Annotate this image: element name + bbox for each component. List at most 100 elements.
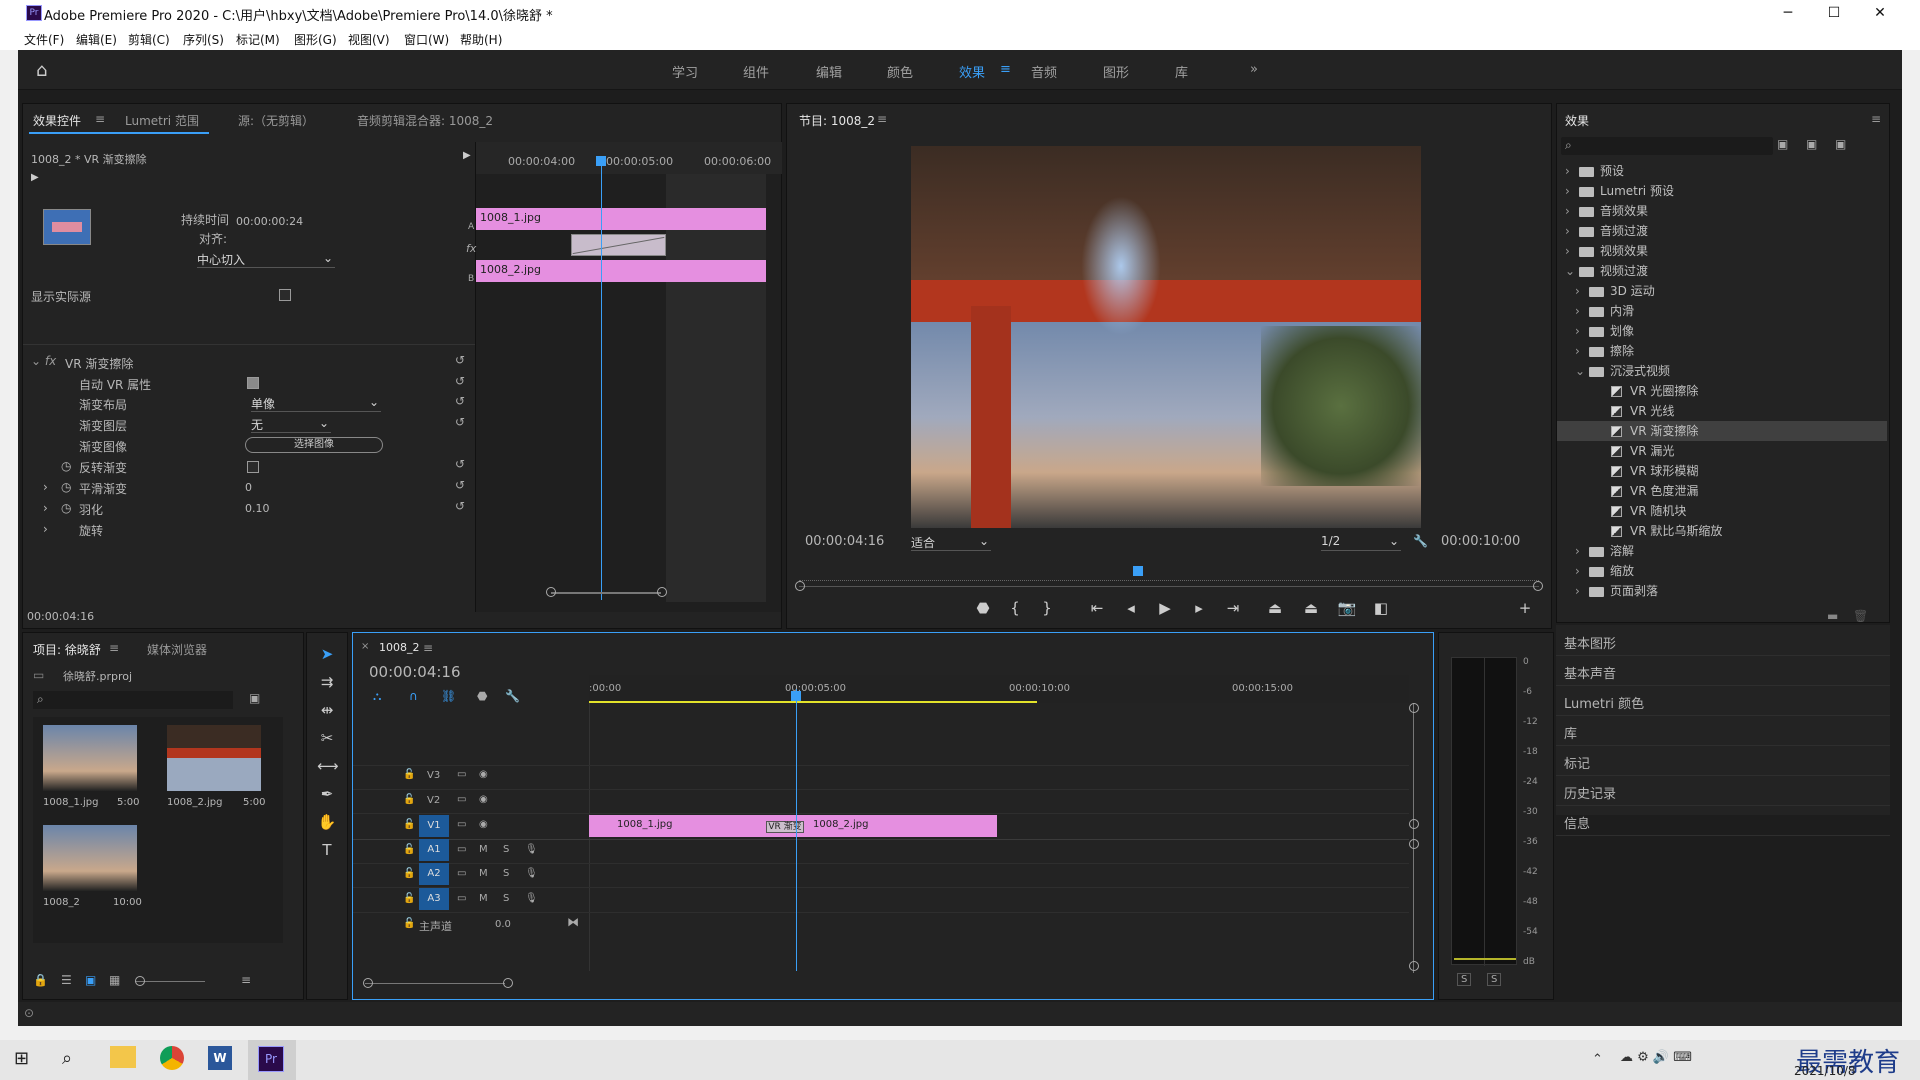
- go-to-out-icon[interactable]: ⇥: [1223, 599, 1243, 619]
- tab-menu-icon[interactable]: ≡: [423, 641, 433, 655]
- timeline-ruler[interactable]: :00:00 00:00:05:00 00:00:10:00 00:00:15:…: [589, 675, 1409, 703]
- expand-arrow-icon[interactable]: ›: [43, 501, 48, 515]
- go-to-in-icon[interactable]: ⇤: [1087, 599, 1107, 619]
- effects-title[interactable]: 效果: [1565, 112, 1589, 129]
- list-view-icon[interactable]: ☰: [61, 973, 72, 987]
- tray-chevron-icon[interactable]: ⌃: [1592, 1052, 1603, 1067]
- side-panel-item[interactable]: 信息: [1564, 813, 1590, 832]
- side-panel-item[interactable]: 标记: [1564, 753, 1590, 772]
- effects-tree-folder[interactable]: › 内滑: [1557, 301, 1887, 321]
- side-panel-item[interactable]: Lumetri 颜色: [1564, 693, 1644, 712]
- align-select[interactable]: 中心切入 ⌄: [197, 251, 335, 268]
- tab-media-browser[interactable]: 媒体浏览器: [147, 641, 207, 658]
- accelerated-effects-icon[interactable]: ▣: [1777, 137, 1788, 151]
- lock-icon[interactable]: 🔓: [403, 794, 415, 805]
- add-marker-icon[interactable]: ⬣: [973, 599, 993, 619]
- playhead-handle[interactable]: [596, 156, 606, 166]
- icon-view-icon[interactable]: ▣: [85, 973, 96, 987]
- ripple-edit-tool-icon[interactable]: ⇹: [317, 701, 337, 721]
- effects-tree-item[interactable]: VR 球形模糊: [1557, 461, 1887, 481]
- menu-sequence[interactable]: 序列(S): [183, 31, 224, 48]
- menu-window[interactable]: 窗口(W): [404, 31, 449, 48]
- work-area-bar[interactable]: [589, 701, 1037, 703]
- stopwatch-icon[interactable]: ◷: [61, 480, 71, 494]
- effects-tree-item[interactable]: VR 随机块: [1557, 501, 1887, 521]
- extract-icon[interactable]: ⏏: [1301, 599, 1321, 619]
- solo-left-button[interactable]: S: [1457, 973, 1472, 986]
- scroll-handle[interactable]: [363, 978, 373, 988]
- play-icon[interactable]: ▶: [1155, 599, 1175, 619]
- gradient-layout-select[interactable]: 单像 ⌄: [251, 395, 381, 412]
- premiere-taskbar-icon[interactable]: Pr: [258, 1046, 284, 1072]
- track-a3-label[interactable]: A3: [419, 888, 449, 910]
- menu-help[interactable]: 帮助(H): [460, 31, 502, 48]
- lock-icon[interactable]: 🔓: [403, 769, 415, 780]
- timeline-playhead-handle[interactable]: [791, 691, 801, 701]
- workspace-graphics[interactable]: 图形: [1103, 62, 1129, 81]
- reset-icon[interactable]: ↺: [455, 394, 465, 408]
- gradient-layer-select[interactable]: 无 ⌄: [251, 416, 331, 433]
- program-video-frame[interactable]: [911, 146, 1421, 528]
- zoom-scrollbar[interactable]: [551, 592, 661, 594]
- tab-audio-clip-mixer[interactable]: 音频剪辑混合器: 1008_2: [357, 112, 493, 129]
- duration-value[interactable]: 00:00:00:24: [236, 215, 303, 228]
- scroll-handle[interactable]: [1409, 819, 1419, 829]
- sync-icon[interactable]: ▭: [457, 794, 466, 805]
- lock-icon[interactable]: 🔓: [403, 868, 415, 879]
- show-actual-source-checkbox[interactable]: [279, 289, 291, 301]
- workspace-audio[interactable]: 音频: [1031, 62, 1057, 81]
- effects-tree-folder[interactable]: › 缩放: [1557, 561, 1887, 581]
- search-icon[interactable]: ⌕: [62, 1048, 72, 1069]
- workspace-menu-icon[interactable]: ≡: [1000, 62, 1011, 77]
- timeline-clip-1[interactable]: 1008_1.jpg: [589, 815, 793, 837]
- mic-icon[interactable]: 🎙: [525, 868, 538, 879]
- reset-icon[interactable]: ↺: [455, 457, 465, 471]
- effects-tree-item[interactable]: VR 渐变擦除: [1557, 421, 1887, 441]
- maximize-button[interactable]: ☐: [1811, 0, 1857, 26]
- effects-tree-folder[interactable]: › 视频效果: [1557, 241, 1887, 261]
- program-playhead[interactable]: [1133, 566, 1143, 576]
- tab-effect-controls[interactable]: 效果控件: [33, 112, 81, 129]
- eye-icon[interactable]: ◉: [479, 769, 488, 780]
- solo-right-button[interactable]: S: [1487, 973, 1502, 986]
- reset-icon[interactable]: ↺: [455, 353, 465, 367]
- sync-icon[interactable]: ▭: [457, 844, 466, 855]
- effects-tree-folder[interactable]: › Lumetri 预设: [1557, 181, 1887, 201]
- lock-icon[interactable]: 🔓: [403, 918, 415, 929]
- timeline-clip-2[interactable]: 1008_2.jpg: [793, 815, 997, 837]
- effects-tree-item[interactable]: VR 默比乌斯缩放: [1557, 521, 1887, 541]
- effects-tree-folder[interactable]: › 划像: [1557, 321, 1887, 341]
- tab-menu-icon[interactable]: ≡: [109, 641, 119, 655]
- project-thumbnail[interactable]: [43, 725, 137, 791]
- current-timecode[interactable]: 00:00:04:16: [27, 610, 94, 623]
- track-v2-label[interactable]: V2: [427, 795, 440, 806]
- new-bin-icon[interactable]: ▣: [249, 691, 260, 705]
- master-expand-icon[interactable]: ⧓: [567, 915, 579, 929]
- pen-tool-icon[interactable]: ✒: [317, 785, 337, 805]
- workspace-more-icon[interactable]: »: [1250, 62, 1258, 77]
- hand-tool-icon[interactable]: ✋: [317, 813, 337, 833]
- type-tool-icon[interactable]: T: [317, 841, 337, 861]
- comparison-view-icon[interactable]: ◧: [1371, 599, 1391, 619]
- solo-button[interactable]: S: [503, 893, 509, 904]
- horizontal-scrollbar[interactable]: [365, 983, 505, 984]
- step-forward-icon[interactable]: ▸: [1189, 599, 1209, 619]
- project-search-input[interactable]: ⌕: [33, 691, 233, 709]
- fx-expand-icon[interactable]: ⌄ fx: [31, 354, 56, 368]
- stopwatch-icon[interactable]: ◷: [61, 459, 71, 473]
- reset-icon[interactable]: ↺: [455, 499, 465, 513]
- tab-project[interactable]: 项目: 徐晓舒: [33, 641, 101, 658]
- zoom-slider-handle[interactable]: [135, 976, 145, 986]
- mic-icon[interactable]: 🎙: [525, 844, 538, 855]
- home-icon[interactable]: ⌂: [36, 60, 47, 81]
- scroll-handle[interactable]: [795, 581, 805, 591]
- eye-icon[interactable]: ◉: [479, 819, 488, 830]
- mute-button[interactable]: M: [479, 844, 488, 855]
- menu-marker[interactable]: 标记(M): [236, 31, 280, 48]
- program-ruler[interactable]: [799, 567, 1539, 581]
- scroll-handle[interactable]: [657, 587, 667, 597]
- scroll-handle[interactable]: [1409, 703, 1419, 713]
- scroll-handle[interactable]: [1409, 839, 1419, 849]
- close-button[interactable]: ✕: [1857, 0, 1903, 26]
- scroll-handle[interactable]: [503, 978, 513, 988]
